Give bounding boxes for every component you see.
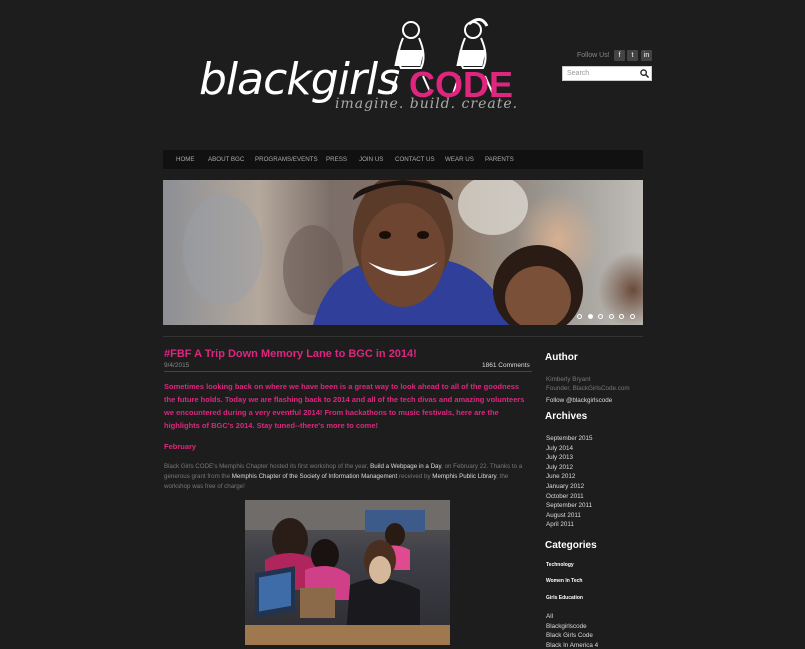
twitter-icon[interactable]: t: [627, 50, 638, 61]
category-link[interactable]: Technology: [546, 562, 574, 568]
category-link[interactable]: Black In America 4: [546, 642, 598, 649]
archive-link[interactable]: April 2011: [546, 521, 574, 528]
author-name: Kimberly Bryant: [546, 376, 591, 383]
author-follow-link[interactable]: Follow @blackgirlscode: [546, 397, 612, 404]
archives-heading: Archives: [545, 411, 588, 422]
nav-contact[interactable]: CONTACT US: [395, 156, 435, 163]
nav-press[interactable]: PRESS: [326, 156, 347, 163]
archive-link[interactable]: September 2011: [546, 502, 592, 509]
post-image[interactable]: [245, 500, 450, 645]
main-nav: HOME ABOUT BGC PROGRAMS/EVENTS PRESS JOI…: [163, 150, 643, 169]
archive-link[interactable]: October 2011: [546, 493, 584, 500]
archive-link[interactable]: July 2012: [546, 464, 573, 471]
nav-join[interactable]: JOIN US: [359, 156, 383, 163]
archive-link[interactable]: August 2011: [546, 512, 581, 519]
slide-dot-4[interactable]: [609, 314, 614, 319]
category-link[interactable]: Black Girls Code: [546, 632, 593, 639]
nav-wear[interactable]: WEAR US: [445, 156, 474, 163]
category-link[interactable]: Girls Education: [546, 595, 583, 601]
slide-dot-3[interactable]: [598, 314, 603, 319]
nav-about[interactable]: ABOUT BGC: [208, 156, 244, 163]
category-link[interactable]: Women In Tech: [546, 578, 582, 584]
link-sim-memphis[interactable]: Memphis Chapter of the Society of Inform…: [232, 473, 397, 480]
slide-dot-6[interactable]: [630, 314, 635, 319]
workshop-photo: [245, 500, 450, 645]
facebook-icon[interactable]: f: [614, 50, 625, 61]
post-divider: [164, 371, 532, 372]
divider: [163, 336, 643, 337]
nav-parents[interactable]: PARENTS: [485, 156, 514, 163]
archive-link[interactable]: July 2014: [546, 445, 573, 452]
search-input[interactable]: Search: [562, 66, 652, 81]
category-link[interactable]: All: [546, 613, 553, 620]
author-role: Founder, BlackGirlsCode.com: [546, 385, 630, 392]
post-date: 9/4/2015: [164, 362, 190, 369]
logo-black: black: [199, 54, 312, 105]
post-title[interactable]: #FBF A Trip Down Memory Lane to BGC in 2…: [164, 348, 417, 360]
author-heading: Author: [545, 352, 578, 363]
logo-tagline: imagine. build. create.: [335, 96, 519, 112]
link-memphis-library[interactable]: Memphis Public Library: [432, 473, 496, 480]
search-icon[interactable]: [640, 69, 649, 78]
nav-programs[interactable]: PROGRAMS/EVENTS: [255, 156, 318, 163]
hero-photo: [183, 180, 583, 325]
slide-dot-2[interactable]: [588, 314, 593, 319]
nav-home[interactable]: HOME: [176, 156, 195, 163]
para-text-3: received by: [397, 473, 433, 480]
follow-label: Follow Us!: [577, 52, 610, 59]
para-text-1: Black Girls CODE's Memphis Chapter hoste…: [164, 463, 371, 470]
post-comments-link[interactable]: 1861 Comments: [482, 362, 530, 369]
archive-link[interactable]: September 2015: [546, 435, 593, 442]
slide-dot-5[interactable]: [619, 314, 624, 319]
linkedin-icon[interactable]: in: [641, 50, 652, 61]
post-intro: Sometimes looking back on where we have …: [164, 382, 525, 430]
archive-link[interactable]: January 2012: [546, 483, 584, 490]
link-build-webpage[interactable]: Build a Webpage in a Day: [370, 463, 441, 470]
category-link[interactable]: Blackgirlscode: [546, 623, 587, 630]
slide-dot-1[interactable]: [577, 314, 582, 319]
post-paragraph: Black Girls CODE's Memphis Chapter hoste…: [164, 462, 532, 492]
archive-link[interactable]: June 2012: [546, 473, 575, 480]
archive-link[interactable]: July 2013: [546, 454, 573, 461]
categories-heading: Categories: [545, 540, 597, 551]
hero-slideshow[interactable]: [163, 180, 643, 325]
site-logo[interactable]: blackgirls CODE imagine. build. create.: [195, 16, 525, 116]
section-heading-february: February: [164, 442, 197, 451]
